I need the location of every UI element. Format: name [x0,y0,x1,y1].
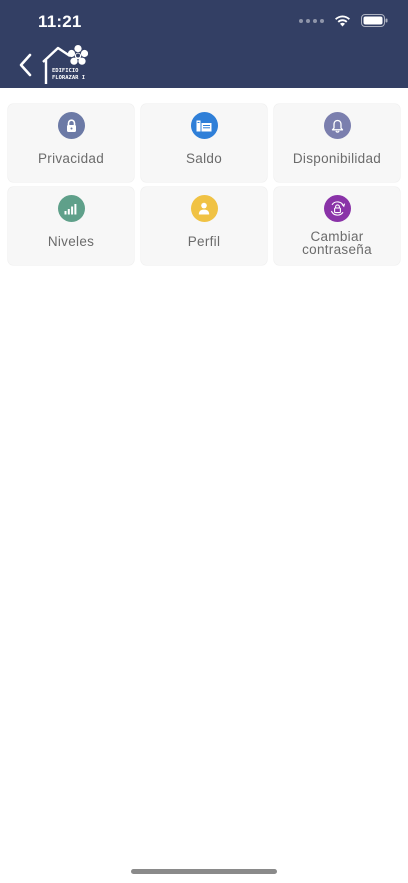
signal-bars-icon [57,195,85,222]
tile-label: Saldo [185,151,223,166]
settings-grid: Privacidad Saldo Disponibilidad Niveles … [8,104,400,265]
battery-icon [361,14,388,27]
bell-icon [323,112,351,139]
building-logo: EDIFICIO FLORAZAR I [40,44,89,86]
back-button[interactable] [12,50,38,80]
tile-label: Cambiar contraseña [302,229,372,257]
cellular-signal-icon [299,18,324,23]
tile-label: Niveles [47,234,95,249]
home-indicator [131,869,277,874]
tile-label: Perfil [187,234,221,249]
tile-saldo[interactable]: Saldo [141,104,267,182]
logo-text: EDIFICIO FLORAZAR I [52,68,86,81]
tile-cambiar-contrasena[interactable]: Cambiar contraseña [274,187,400,265]
tile-label: Privacidad [37,151,105,166]
chevron-left-icon [19,53,32,77]
wifi-icon [335,15,350,27]
status-icons [299,14,388,27]
user-icon [190,195,218,222]
tile-privacidad[interactable]: Privacidad [8,104,134,182]
money-icon [190,112,218,139]
app-header: 11:21 EDIFICIO FLORAZAR I [0,0,408,88]
tile-niveles[interactable]: Niveles [8,187,134,265]
status-time: 11:21 [38,12,82,31]
tile-label: Disponibilidad [292,151,382,166]
lock-icon [57,112,85,139]
tile-perfil[interactable]: Perfil [141,187,267,265]
tile-disponibilidad[interactable]: Disponibilidad [274,104,400,182]
lock-refresh-icon [323,195,351,222]
